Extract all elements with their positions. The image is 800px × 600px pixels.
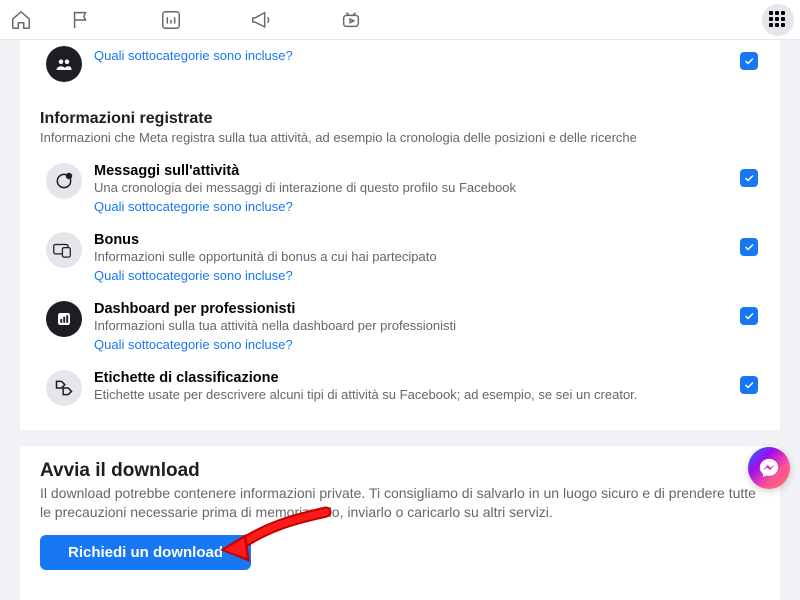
subcategories-link[interactable]: Quali sottocategorie sono incluse?: [94, 48, 293, 63]
checkbox-partial[interactable]: [740, 52, 758, 70]
apps-menu-button[interactable]: [762, 4, 794, 36]
labels-icon: [46, 370, 82, 406]
checkbox-prodash[interactable]: [740, 307, 758, 325]
checkbox-activity[interactable]: [740, 169, 758, 187]
category-item-prodash: Dashboard per professionisti Informazion…: [40, 293, 760, 362]
item-title: Bonus: [94, 232, 738, 248]
checkbox-labels[interactable]: [740, 376, 758, 394]
pro-dashboard-icon: [46, 301, 82, 337]
activity-icon: [46, 163, 82, 199]
download-desc: Il download potrebbe contenere informazi…: [40, 484, 760, 522]
people-icon: [46, 46, 82, 82]
apps-grid-icon: [769, 11, 787, 29]
download-panel: Avvia il download Il download potrebbe c…: [20, 446, 780, 600]
subcategories-link[interactable]: Quali sottocategorie sono incluse?: [94, 199, 293, 214]
category-item-bonus: Bonus Informazioni sulle opportunità di …: [40, 224, 760, 293]
nav-home[interactable]: [10, 9, 70, 31]
bonus-icon: [46, 232, 82, 268]
nav-video[interactable]: [340, 9, 430, 31]
item-desc: Informazioni sulle opportunità di bonus …: [94, 249, 738, 266]
nav-flag[interactable]: [70, 9, 160, 31]
item-title: Messaggi sull'attività: [94, 163, 738, 179]
item-title: Dashboard per professionisti: [94, 301, 738, 317]
messenger-fab[interactable]: [748, 447, 790, 489]
request-download-button[interactable]: Richiedi un download: [40, 535, 251, 570]
checkbox-bonus[interactable]: [740, 238, 758, 256]
item-desc: Etichette usate per descrivere alcuni ti…: [94, 387, 738, 404]
section-desc-logged: Informazioni che Meta registra sulla tua…: [40, 130, 760, 145]
nav-dashboard[interactable]: [160, 9, 250, 31]
top-nav: [0, 0, 800, 40]
home-icon: [10, 9, 32, 31]
item-title: Etichette di classificazione: [94, 370, 738, 386]
subcategories-link[interactable]: Quali sottocategorie sono incluse?: [94, 268, 293, 283]
download-title: Avvia il download: [40, 460, 760, 482]
item-desc: Informazioni sulla tua attività nella da…: [94, 318, 738, 335]
dashboard-icon: [160, 9, 182, 31]
video-icon: [340, 9, 362, 31]
category-item-labels: Etichette di classificazione Etichette u…: [40, 362, 760, 414]
flag-icon: [70, 9, 92, 31]
section-title-logged: Informazioni registrate: [40, 110, 760, 128]
item-desc: Una cronologia dei messaggi di interazio…: [94, 180, 738, 197]
messenger-icon: [758, 457, 780, 479]
megaphone-icon: [250, 9, 272, 31]
nav-icon-row: [10, 9, 430, 31]
main-panel: Quali sottocategorie sono incluse? Infor…: [20, 40, 780, 430]
category-item-activity: Messaggi sull'attività Una cronologia de…: [40, 155, 760, 224]
nav-megaphone[interactable]: [250, 9, 340, 31]
category-item-partial: Quali sottocategorie sono incluse?: [40, 44, 760, 92]
subcategories-link[interactable]: Quali sottocategorie sono incluse?: [94, 337, 293, 352]
